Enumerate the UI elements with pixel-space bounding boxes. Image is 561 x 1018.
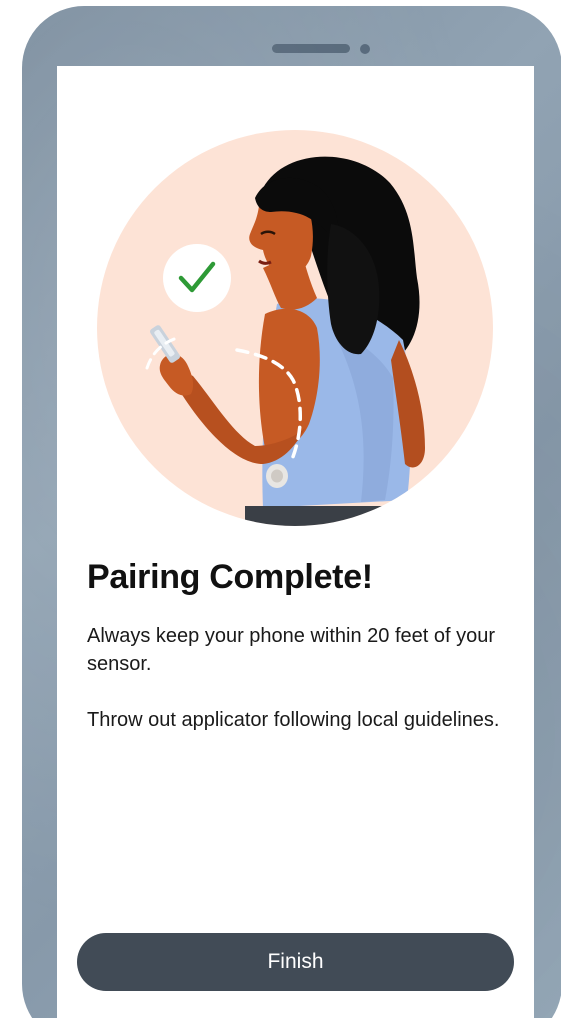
check-bubble xyxy=(163,244,231,312)
sensor-icon xyxy=(266,464,288,488)
app-screen: Pairing Complete! Always keep your phone… xyxy=(57,66,534,1018)
waistband xyxy=(245,506,445,526)
speaker-grille xyxy=(272,44,350,53)
pairing-illustration xyxy=(97,130,493,526)
instruction-text: Throw out applicator following local gui… xyxy=(87,709,500,731)
instruction-text: Always keep your phone within 20 feet of… xyxy=(87,625,496,675)
front-camera xyxy=(360,44,370,54)
page-title: Pairing Complete! xyxy=(87,558,373,596)
page: Pairing Complete! Always keep your phone… xyxy=(0,0,561,1018)
finish-button[interactable]: Finish xyxy=(77,933,514,991)
